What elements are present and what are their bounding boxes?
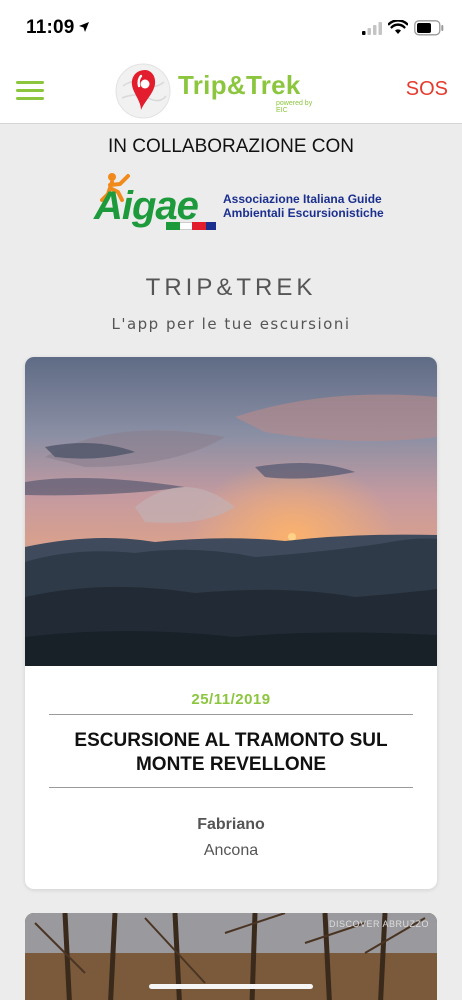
photo-watermark: DISCOVER ABRUZZO <box>328 919 429 929</box>
hero-subtitle: L'app per le tue escursioni <box>111 315 351 333</box>
map-pin-logo-icon <box>115 63 171 119</box>
event-date: 25/11/2019 <box>191 691 271 708</box>
logo-text: Trip&Trek <box>178 70 301 100</box>
event-photo-sunset <box>25 357 437 666</box>
status-bar: 11:09 <box>0 0 462 58</box>
sos-button[interactable]: SOS <box>406 78 448 101</box>
event-title: ESCURSIONE AL TRAMONTO SUL MONTE REVELLO… <box>74 730 388 775</box>
aigae-name-line-1: Associazione Italiana Guide <box>223 192 382 206</box>
divider <box>49 714 413 715</box>
aigae-logo: Aigae Associazione Italiana Guide Ambien… <box>94 170 384 236</box>
event-province: Ancona <box>203 842 259 859</box>
partner-heading: IN COLLABORAZIONE CON <box>108 136 354 157</box>
app-logo: Trip&Trek powered by EIC <box>114 62 314 120</box>
logo-subtext: powered by EIC <box>276 100 313 114</box>
aigae-name-line-2: Ambientali Escursionistiche <box>223 206 384 220</box>
battery-icon <box>414 20 444 36</box>
divider <box>49 787 413 788</box>
location-arrow-icon <box>79 22 89 32</box>
event-card[interactable]: 25/11/2019 ESCURSIONE AL TRAMONTO SUL MO… <box>25 357 437 889</box>
event-city: Fabriano <box>197 816 265 833</box>
home-indicator[interactable] <box>149 984 313 989</box>
hamburger-menu-icon[interactable] <box>14 78 46 102</box>
italian-flag-stripe <box>166 222 216 230</box>
signal-icon <box>362 22 382 35</box>
status-time: 11:09 <box>26 17 75 38</box>
wifi-icon <box>388 20 408 34</box>
top-navbar: Trip&Trek powered by EIC SOS <box>0 58 462 124</box>
hero-title: TRIP&TREK <box>145 274 317 301</box>
aigae-full-name: Associazione Italiana Guide Ambientali E… <box>223 192 384 220</box>
